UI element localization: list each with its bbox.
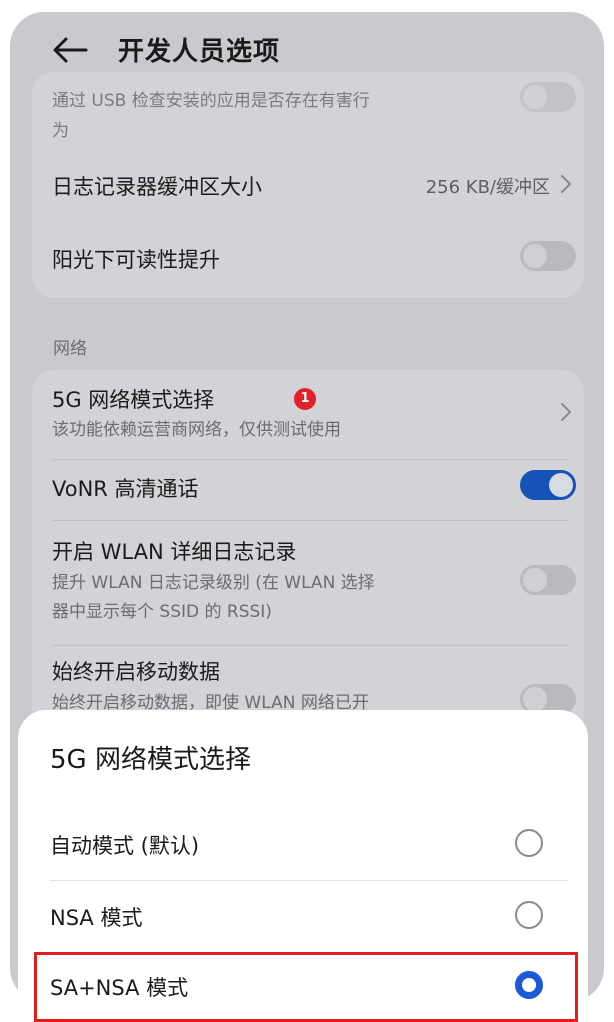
page-title: 开发人员选项 bbox=[118, 37, 281, 67]
option-divider bbox=[50, 880, 568, 881]
option-label: NSA 模式 bbox=[50, 906, 143, 930]
section-network-label: 网络 bbox=[53, 339, 87, 359]
sunlight-title: 阳光下可读性提升 bbox=[52, 248, 220, 272]
highlight-box bbox=[34, 952, 578, 1022]
chevron-right-icon bbox=[561, 403, 571, 421]
option-auto-mode[interactable]: 自动模式 (默认) bbox=[18, 810, 588, 880]
sunlight-toggle[interactable] bbox=[520, 241, 576, 271]
wlan-log-subtitle-2: 器中显示每个 SSID 的 RSSI) bbox=[52, 602, 272, 622]
settings-card-debug: 通过 USB 检查安装的应用是否存在有害行 为 日志记录器缓冲区大小 256 K… bbox=[32, 72, 584, 298]
radio-button[interactable] bbox=[515, 829, 543, 857]
wlan-log-title: 开启 WLAN 详细日志记录 bbox=[52, 540, 297, 564]
mode-5g-bottom-sheet: 5G 网络模式选择 自动模式 (默认) NSA 模式 SA+NSA 模式 bbox=[18, 710, 588, 1022]
wlan-log-toggle[interactable] bbox=[520, 565, 576, 595]
back-arrow-icon[interactable] bbox=[50, 34, 90, 66]
log-buffer-title: 日志记录器缓冲区大小 bbox=[52, 175, 262, 199]
log-buffer-value: 256 KB/缓冲区 bbox=[425, 177, 550, 198]
settings-card-network: 5G 网络模式选择 1 该功能依赖运营商网络，仅供测试使用 VoNR 高清通话 … bbox=[32, 370, 584, 750]
sheet-title: 5G 网络模式选择 bbox=[50, 745, 251, 775]
wlan-log-subtitle-1: 提升 WLAN 日志记录级别 (在 WLAN 选择 bbox=[52, 573, 375, 593]
vonr-toggle[interactable] bbox=[520, 470, 576, 500]
mode-5g-title: 5G 网络模式选择 bbox=[52, 388, 215, 412]
usb-verify-description: 通过 USB 检查安装的应用是否存在有害行 bbox=[52, 91, 370, 111]
option-label: 自动模式 (默认) bbox=[50, 834, 200, 858]
option-nsa-mode[interactable]: NSA 模式 bbox=[18, 882, 588, 952]
chevron-right-icon bbox=[561, 175, 571, 193]
row-divider bbox=[52, 459, 568, 460]
row-divider bbox=[52, 520, 568, 521]
vonr-title: VoNR 高清通话 bbox=[52, 477, 199, 501]
usb-verify-description-2: 为 bbox=[52, 121, 69, 141]
mode-5g-subtitle: 该功能依赖运营商网络，仅供测试使用 bbox=[52, 420, 341, 440]
radio-button[interactable] bbox=[515, 901, 543, 929]
usb-verify-toggle[interactable] bbox=[520, 82, 576, 112]
notification-badge: 1 bbox=[294, 388, 316, 410]
mobile-data-title: 始终开启移动数据 bbox=[52, 660, 220, 684]
row-divider bbox=[52, 645, 568, 646]
